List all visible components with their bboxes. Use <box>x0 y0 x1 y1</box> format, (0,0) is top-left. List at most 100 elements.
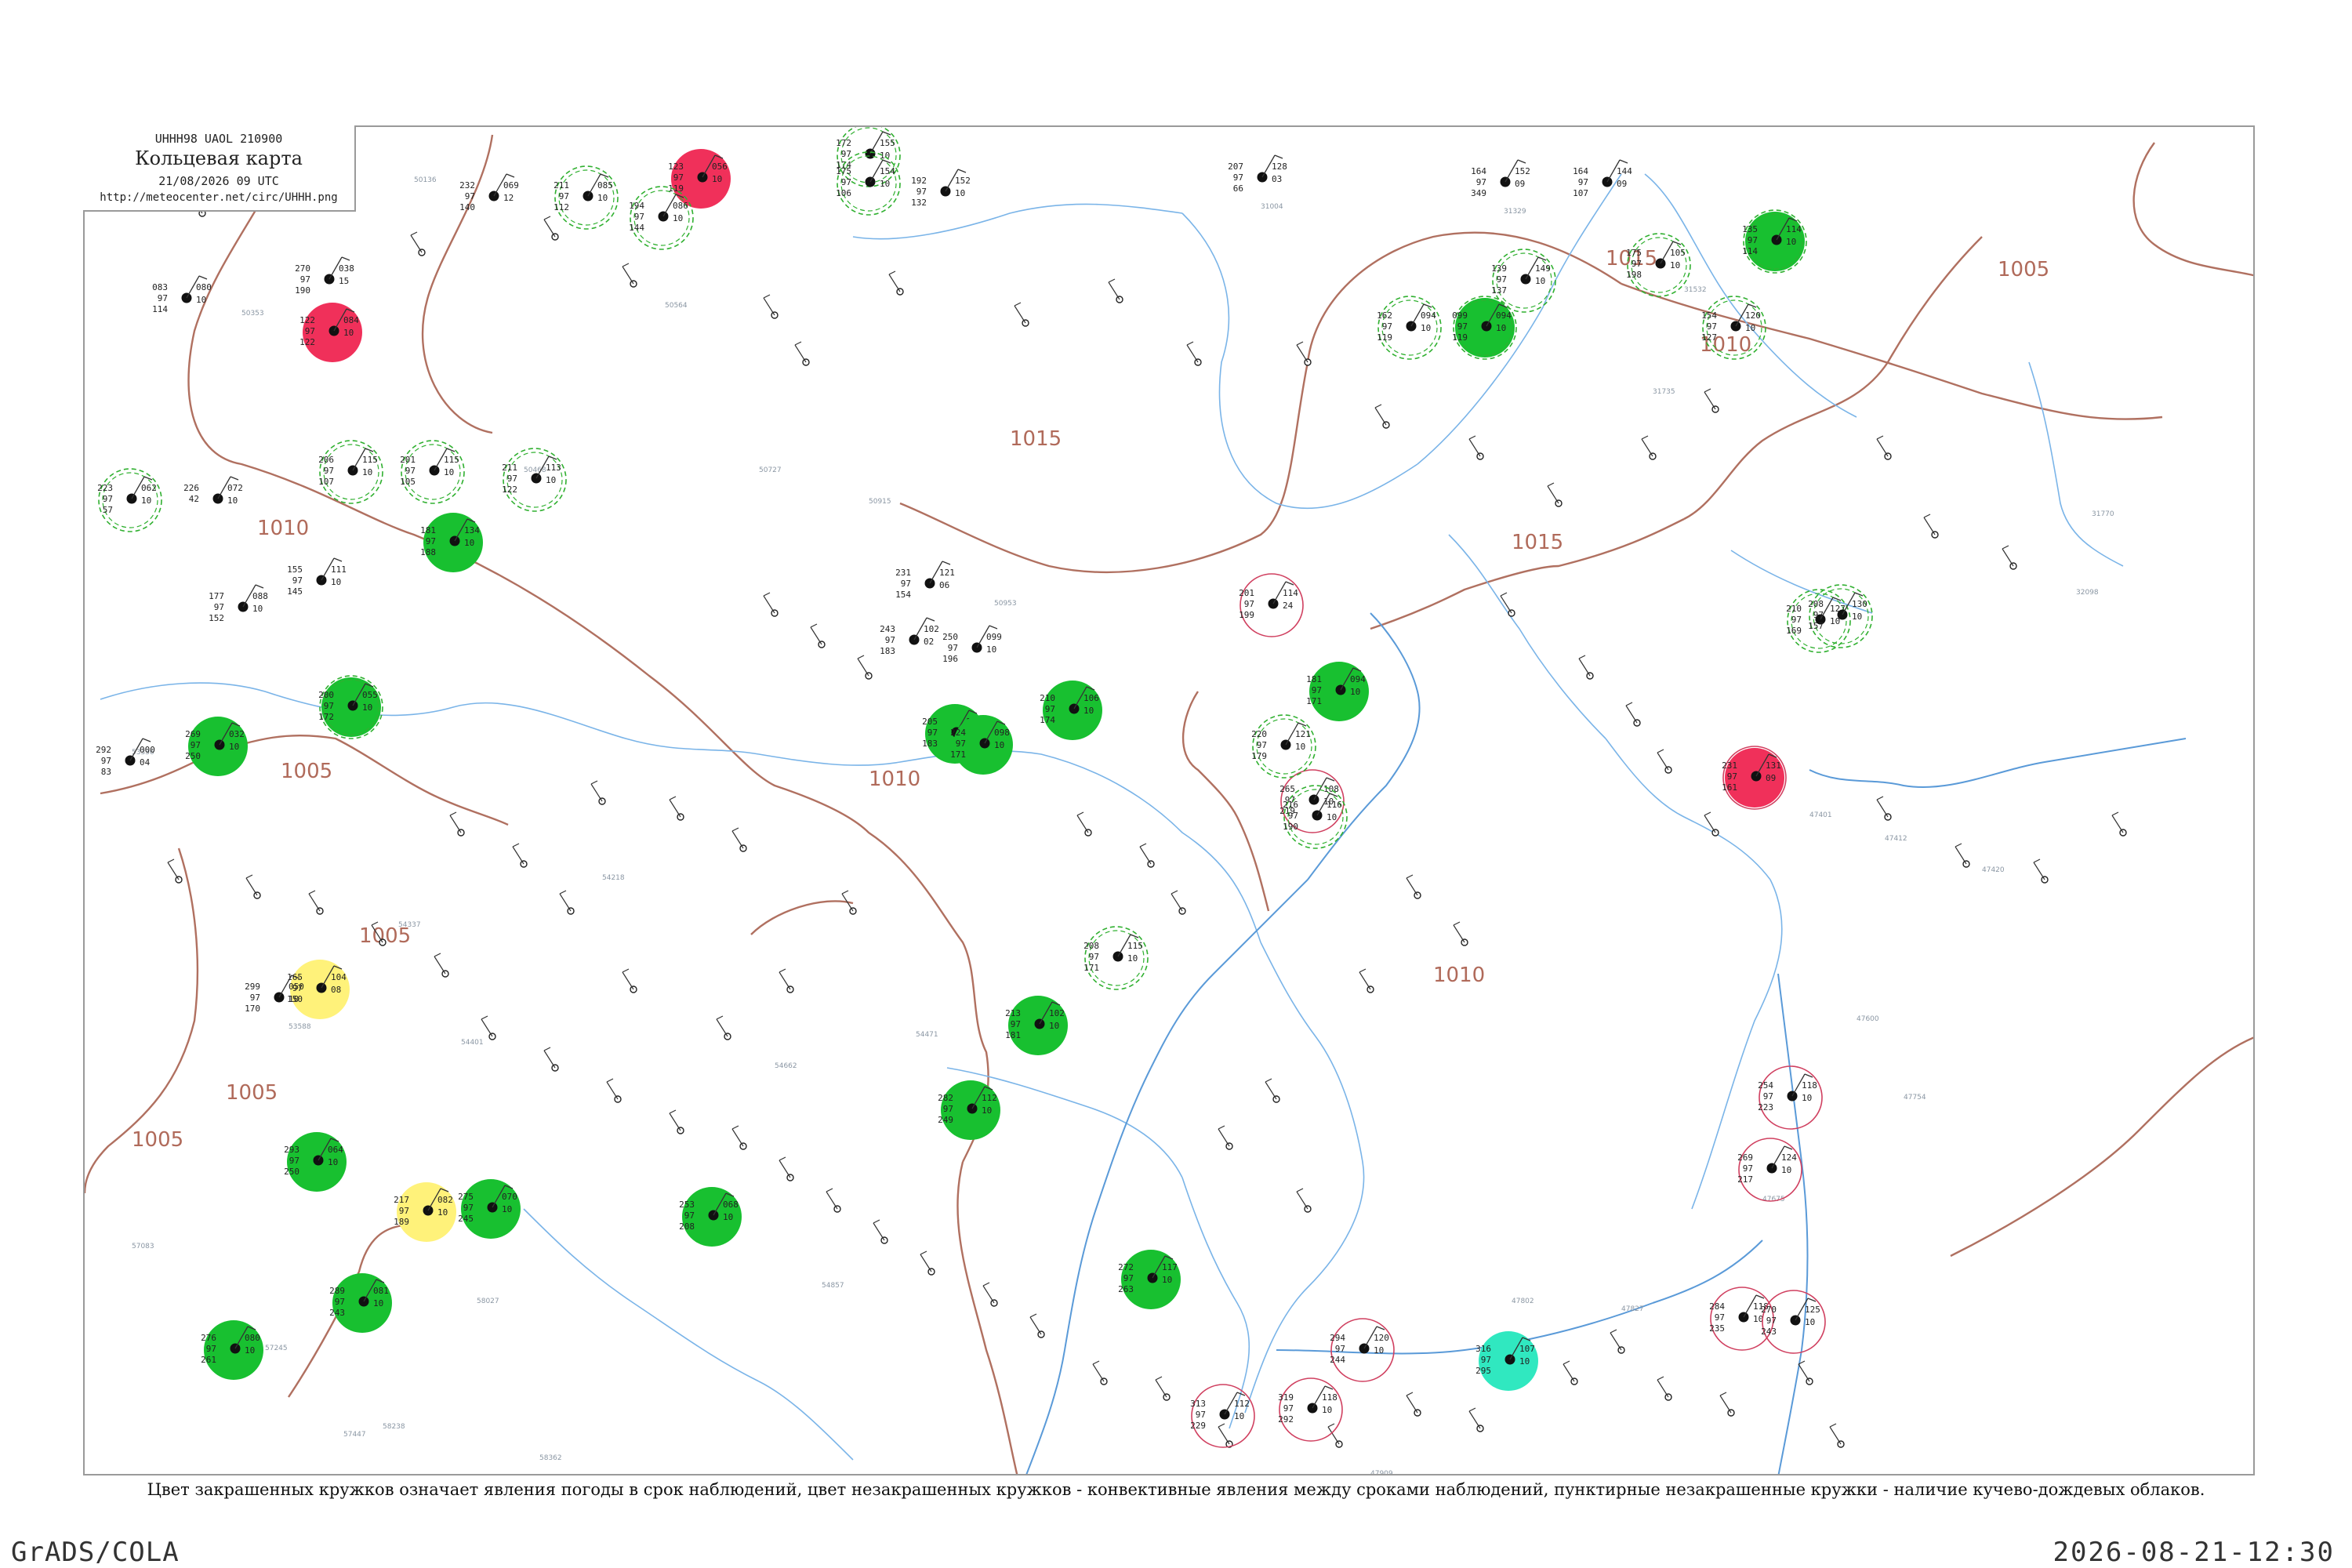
station-plot[interactable]: 31997292 118 10 <box>1278 1377 1343 1442</box>
station-plot[interactable]: 22642 072 10 <box>183 476 243 506</box>
wind-barb <box>857 658 869 677</box>
station-plot[interactable]: 21097174 106 10 <box>1040 681 1102 740</box>
visibility-value: 97 <box>1011 1019 1021 1029</box>
visibility-value: 97 <box>324 701 334 711</box>
visibility-value: 97 <box>1382 321 1392 332</box>
station-id-label: 47827 <box>1621 1305 1644 1313</box>
station-plot <box>543 216 559 241</box>
pressure-value: 114 <box>1786 224 1802 234</box>
dewpoint-value: 140 <box>459 202 475 212</box>
station-plot[interactable]: 2239757 062 10 <box>97 468 162 532</box>
wind-feather <box>794 341 802 346</box>
station-plot <box>1641 435 1657 460</box>
station-plot[interactable]: 20097172 055 10 <box>318 675 383 739</box>
station-plot <box>1139 843 1155 868</box>
station-plot[interactable]: 2929783 000 04 <box>96 738 155 777</box>
station-plot[interactable]: 24397183 102 02 <box>880 617 939 656</box>
station-plot <box>873 1219 888 1244</box>
station-plot[interactable]: 23297140 069 12 <box>459 173 519 212</box>
station-plot[interactable]: 2849723511810 <box>1709 1287 1774 1351</box>
station-plot[interactable]: 09997119 094 10 <box>1452 296 1517 360</box>
station-plot[interactable]: 28997243 081 10 <box>329 1273 392 1333</box>
station-plot[interactable]: 2079766 128 03 <box>1228 154 1287 194</box>
temperature-value: 213 <box>1005 1008 1021 1018</box>
station-plot[interactable]: 21797189 082 10 <box>394 1182 456 1242</box>
station-plot[interactable]: 27697261 080 10 <box>201 1320 263 1380</box>
station-plot[interactable]: 25497223 118 10 <box>1758 1065 1823 1130</box>
station-plot[interactable]: 17597198 105 10 <box>1626 233 1691 297</box>
station-plot[interactable]: 31697295 107 10 <box>1475 1331 1538 1391</box>
station-plot[interactable]: 16497349 152 09 <box>1471 159 1530 198</box>
river-line <box>2028 361 2124 567</box>
visibility-value: 97 <box>559 191 569 201</box>
station-plot[interactable]: 21197112 085 10 <box>554 165 619 230</box>
station-plot <box>1468 1407 1484 1432</box>
station-plot[interactable]: 23197161 131 09 <box>1722 746 1787 810</box>
station-plot[interactable]: 22097179 121 10 <box>1251 714 1316 779</box>
station-plot[interactable]: 20897171 115 10 <box>1083 926 1149 990</box>
station-plot[interactable]: 26997250 032 10 <box>185 717 248 776</box>
source-url[interactable]: http://meteocenter.net/circ/UHHH.png <box>83 191 354 204</box>
station-plot[interactable]: 18197171 094 10 <box>1306 662 1369 721</box>
station-plot[interactable]: 21197122 113 10 <box>502 448 567 512</box>
wind-feather <box>957 169 967 173</box>
station-plot[interactable]: 1359711411410 <box>1742 209 1807 274</box>
station-plot[interactable]: 16297119 094 10 <box>1377 296 1442 360</box>
wind-feather <box>1374 404 1382 408</box>
station-plot[interactable]: 20197199 114 24 <box>1239 573 1304 637</box>
dewpoint-value: 57 <box>103 505 113 515</box>
station-plot[interactable]: 29997170 050 10 <box>245 975 304 1014</box>
station-plot[interactable]: 28297249 112 10 <box>938 1080 1000 1140</box>
station-plot <box>1186 341 1202 366</box>
wind-barb <box>1092 1363 1105 1382</box>
station-plot[interactable]: 19297132 152 10 <box>911 169 971 208</box>
station-plot[interactable]: 27297263 117 10 <box>1118 1250 1181 1309</box>
station-plot <box>1218 1125 1233 1150</box>
wind-feather <box>600 173 609 178</box>
station-plot[interactable]: 20197105 115 10 <box>400 440 465 504</box>
station-plot[interactable]: 21397181 102 10 <box>1005 996 1068 1055</box>
pressure-tendency-value: 04 <box>140 757 151 768</box>
pressure-tendency-value: 10 <box>1127 953 1138 964</box>
station-plot[interactable]: 18197188 134 10 <box>420 513 483 572</box>
temperature-value: 284 <box>1709 1301 1725 1312</box>
wind-feather <box>1327 1423 1335 1428</box>
station-plot <box>543 1047 559 1072</box>
dewpoint-value: 261 <box>201 1355 216 1365</box>
station-plot[interactable]: 15597145 111 10 <box>287 557 347 597</box>
station-plot[interactable]: 23197154 121 06 <box>895 561 955 600</box>
station-plot[interactable]: 12297122 084 10 <box>299 303 362 362</box>
wind-feather <box>512 843 520 848</box>
station-id-label: 54401 <box>461 1039 484 1047</box>
station-plot[interactable]: 29497244 120 10 <box>1330 1318 1395 1382</box>
weather-map[interactable]: 31004 31329 31532 31735 31770 32098 47401 47412… <box>83 125 2255 1475</box>
station-plot[interactable]: 26997217 124 10 <box>1737 1138 1802 1202</box>
bulletin-code: UHHH98 UAOL 210900 <box>154 132 283 146</box>
pressure-tendency-value: 10 <box>362 702 372 713</box>
station-plot[interactable]: 12397119 056 10 <box>668 149 731 209</box>
station-plot[interactable]: 27597245 070 10 <box>458 1179 521 1239</box>
pressure-value: 088 <box>252 591 268 601</box>
station-plot[interactable]: 27097243 125 10 <box>1761 1290 1826 1354</box>
pressure-value: 032 <box>229 729 245 739</box>
station-plot[interactable]: 25397208 068 10 <box>679 1187 742 1247</box>
station-plot[interactable]: 16497107 144 09 <box>1573 159 1632 198</box>
wind-feather <box>543 216 551 220</box>
station-plot <box>1014 302 1029 327</box>
station-plot[interactable]: 20697107 115 10 <box>318 440 383 504</box>
wind-barb <box>1218 1426 1230 1445</box>
station-plot[interactable]: 25097196 099 10 <box>942 625 1002 664</box>
station-plot[interactable]: 27097190 038 15 <box>295 256 354 296</box>
station-plot[interactable]: 31397229 112 10 <box>1190 1384 1255 1448</box>
pressure-value: 062 <box>141 483 157 493</box>
pressure-value: 130 <box>1852 599 1867 609</box>
dewpoint-value: 245 <box>458 1214 474 1224</box>
visibility-value: 97 <box>507 474 517 484</box>
pressure-value: 144 <box>1617 166 1632 176</box>
pressure-value: 121 <box>1295 729 1311 739</box>
station-plot <box>1719 1392 1735 1417</box>
station-plot[interactable]: 29397250 064 10 <box>284 1132 347 1192</box>
temperature-value: 223 <box>97 483 113 493</box>
station-plot[interactable]: 17797152 088 10 <box>209 584 268 623</box>
station-plot[interactable]: 17597106 154 10 <box>836 151 901 216</box>
